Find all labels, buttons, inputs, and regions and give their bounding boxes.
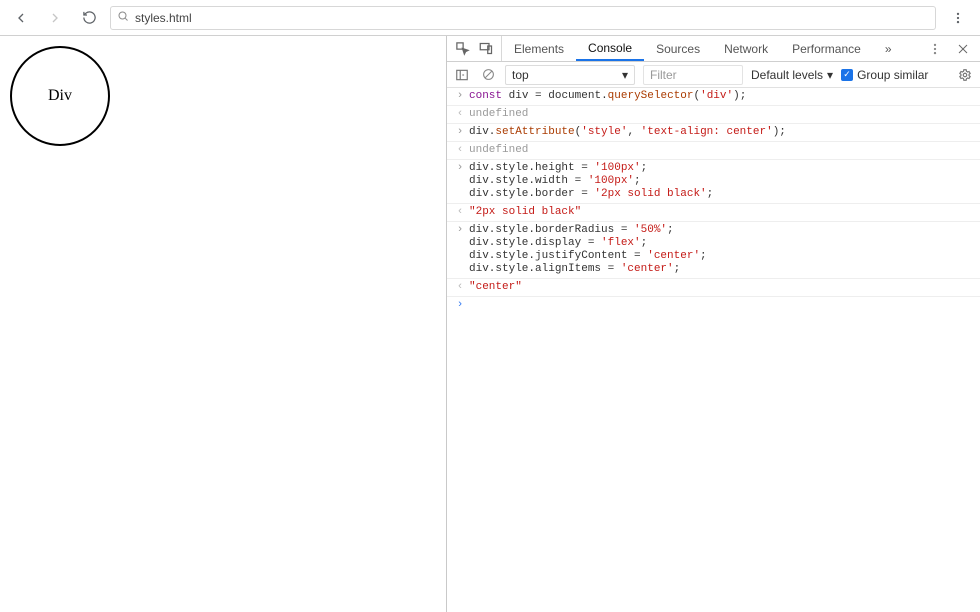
context-selector[interactable]: top ▾ xyxy=(505,65,635,85)
chevron-down-icon: ▾ xyxy=(827,68,833,82)
inspect-element-icon[interactable] xyxy=(453,40,471,58)
console-entry-input: ›div.setAttribute('style', 'text-align: … xyxy=(447,124,980,142)
input-marker-icon: › xyxy=(453,126,467,139)
console-log[interactable]: ›const div = document.querySelector('div… xyxy=(447,88,980,612)
log-levels-label: Default levels xyxy=(751,68,823,82)
group-similar-toggle[interactable]: ✓ Group similar xyxy=(841,68,928,82)
overflow-glyph: » xyxy=(885,42,892,56)
page-circle-div-text: Div xyxy=(48,87,72,105)
tabs-overflow-button[interactable]: » xyxy=(873,36,904,61)
search-icon xyxy=(117,10,129,25)
devtools-panel: ElementsConsoleSourcesNetworkPerformance… xyxy=(446,36,980,612)
console-entry-body: "2px solid black" xyxy=(467,206,581,219)
clear-console-icon[interactable] xyxy=(479,66,497,84)
reload-button[interactable] xyxy=(76,5,102,31)
result-marker-icon: ‹ xyxy=(453,281,467,294)
console-entry-body: div.setAttribute('style', 'text-align: c… xyxy=(467,126,786,139)
checkbox-checked-icon: ✓ xyxy=(841,69,853,81)
console-toolbar: top ▾ Filter Default levels ▾ ✓ Group si… xyxy=(447,62,980,88)
sidebar-toggle-icon[interactable] xyxy=(453,66,471,84)
result-marker-icon: ‹ xyxy=(453,206,467,219)
forward-button[interactable] xyxy=(42,5,68,31)
console-entry-body: div.style.borderRadius = '50%'; div.styl… xyxy=(467,224,707,276)
console-settings-icon[interactable] xyxy=(956,66,974,84)
browser-toolbar: styles.html xyxy=(0,0,980,36)
input-marker-icon: › xyxy=(453,162,467,175)
tab-console[interactable]: Console xyxy=(576,36,644,61)
console-entry-body: "center" xyxy=(467,281,522,294)
console-entry-result: ‹"center" xyxy=(447,279,980,297)
console-filter-placeholder: Filter xyxy=(650,68,677,82)
console-entry-body: div.style.height = '100px'; div.style.wi… xyxy=(467,162,713,201)
console-entry-input: ›div.style.height = '100px'; div.style.w… xyxy=(447,160,980,204)
console-entry-result: ‹"2px solid black" xyxy=(447,204,980,222)
console-entry-prompt[interactable]: › xyxy=(447,297,980,314)
tab-sources[interactable]: Sources xyxy=(644,36,712,61)
tab-performance[interactable]: Performance xyxy=(780,36,873,61)
address-bar[interactable]: styles.html xyxy=(110,6,936,30)
result-marker-icon: ‹ xyxy=(453,144,467,157)
devtools-tabstrip: ElementsConsoleSourcesNetworkPerformance… xyxy=(447,36,980,62)
devtools-close-button[interactable] xyxy=(954,40,972,58)
console-entry-body: const div = document.querySelector('div'… xyxy=(467,90,746,103)
devtools-menu-button[interactable] xyxy=(926,40,944,58)
address-bar-text: styles.html xyxy=(135,11,192,25)
console-entry-input: ›const div = document.querySelector('div… xyxy=(447,88,980,106)
input-marker-icon: › xyxy=(453,224,467,237)
back-button[interactable] xyxy=(8,5,34,31)
browser-menu-button[interactable] xyxy=(944,4,972,32)
result-marker-icon: ‹ xyxy=(453,108,467,121)
input-marker-icon: › xyxy=(453,90,467,103)
context-selector-label: top xyxy=(512,68,529,82)
page-circle-div: Div xyxy=(10,46,110,146)
console-filter-input[interactable]: Filter xyxy=(643,65,743,85)
device-toolbar-icon[interactable] xyxy=(477,40,495,58)
tab-network[interactable]: Network xyxy=(712,36,780,61)
prompt-marker-icon: › xyxy=(453,299,467,312)
log-levels-selector[interactable]: Default levels ▾ xyxy=(751,68,833,82)
console-entry-input: ›div.style.borderRadius = '50%'; div.sty… xyxy=(447,222,980,279)
console-entry-body: undefined xyxy=(467,144,528,157)
console-entry-result: ‹undefined xyxy=(447,142,980,160)
page-viewport: Div xyxy=(0,36,446,612)
console-entry-body: undefined xyxy=(467,108,528,121)
group-similar-label: Group similar xyxy=(857,68,928,82)
console-entry-result: ‹undefined xyxy=(447,106,980,124)
tab-elements[interactable]: Elements xyxy=(502,36,576,61)
chevron-down-icon: ▾ xyxy=(622,68,628,82)
